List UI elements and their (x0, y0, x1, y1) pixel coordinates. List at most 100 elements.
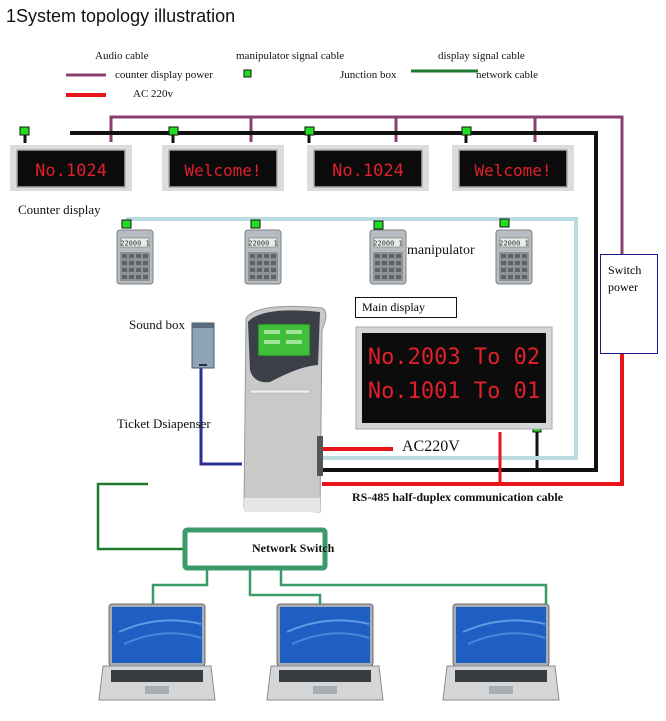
manipulator-screen-text: 22000 1 (373, 240, 403, 248)
counter-display-text: Welcome! (474, 161, 551, 180)
keypad-key (271, 261, 276, 265)
keypad-key (522, 268, 527, 272)
keypad-key (271, 275, 276, 279)
keypad-key (143, 261, 148, 265)
keypad-key (271, 254, 276, 258)
keypad-key (129, 275, 134, 279)
network-switch-label: Network Switch (252, 541, 335, 555)
laptop-touchpad (489, 686, 513, 694)
keypad-key (382, 268, 387, 272)
keypad-key (264, 261, 269, 265)
keypad-key (257, 261, 262, 265)
keypad-key (122, 275, 127, 279)
keypad-key (508, 254, 513, 258)
laptop-touchpad (145, 686, 169, 694)
junction-box (461, 126, 472, 136)
keypad-key (375, 261, 380, 265)
keypad-key (396, 275, 401, 279)
junction-box (304, 126, 315, 136)
junction-box (499, 218, 510, 228)
main-display-label: Main display (355, 297, 457, 318)
keypad-key (375, 268, 380, 272)
keypad-key (257, 275, 262, 279)
junction-box (168, 126, 179, 136)
junction-box (250, 219, 261, 229)
manipulator-device: 22000 1 (244, 229, 282, 285)
keypad-key (382, 254, 387, 258)
ac220v-label: AC220V (402, 438, 460, 455)
keypad-key (129, 268, 134, 272)
keypad-key (250, 261, 255, 265)
switch-power-line-2: power (608, 280, 638, 294)
manipulator-screen-text: 22000 1 (120, 240, 150, 248)
keypad-key (515, 254, 520, 258)
keypad-key (375, 254, 380, 258)
keypad-key (501, 275, 506, 279)
laptop-2 (266, 603, 384, 701)
keypad-key (250, 254, 255, 258)
legend-swatch-junction-box (243, 69, 252, 78)
keypad-key (122, 268, 127, 272)
cable-layer: No.1024 Welcome! No.1024 Welcome! 22000 … (10, 69, 624, 701)
keypad-key (136, 261, 141, 265)
keypad-key (508, 261, 513, 265)
keypad-key (136, 254, 141, 258)
keypad-key (501, 261, 506, 265)
counter-display-text: No.1024 (332, 161, 404, 181)
keypad-key (389, 275, 394, 279)
keypad-key (136, 268, 141, 272)
keypad-key (396, 268, 401, 272)
keypad-key (522, 254, 527, 258)
counter-display-text: No.1024 (35, 161, 107, 181)
manipulator-screen-text: 22000 1 (248, 240, 278, 248)
keypad-key (257, 268, 262, 272)
keypad-key (136, 275, 141, 279)
junction-box (121, 219, 132, 229)
main-display: No.2003 To 02 No.1001 To 01 (355, 326, 553, 430)
counter-display-2: Welcome! (162, 145, 284, 191)
keypad-key (257, 254, 262, 258)
keypad-key (389, 268, 394, 272)
keypad-key (515, 261, 520, 265)
sound-box-label: Sound box (129, 317, 185, 332)
rs485-label: RS-485 half-duplex communication cable (352, 490, 564, 504)
junction-box (19, 126, 30, 136)
ticket-dispenser (243, 305, 327, 513)
laptop-keyboard (111, 670, 203, 682)
laptop-touchpad (313, 686, 337, 694)
network-cable-laptop-2 (248, 568, 322, 606)
keypad-key (389, 254, 394, 258)
keypad-key (271, 268, 276, 272)
keypad-key (515, 275, 520, 279)
counter-display-text: Welcome! (184, 161, 261, 180)
keypad-key (501, 254, 506, 258)
counter-display-1: No.1024 (10, 145, 132, 191)
keypad-key (501, 268, 506, 272)
keypad-key (264, 268, 269, 272)
keypad-key (515, 268, 520, 272)
network-cable-dispenser (96, 482, 183, 551)
keypad-key (143, 268, 148, 272)
manipulator-device: 22000 1 (369, 229, 407, 285)
laptop-3 (442, 603, 560, 701)
manipulator-device: 22000 1 (116, 229, 154, 285)
keypad-key (122, 254, 127, 258)
manipulator-device: 22000 1 (495, 229, 533, 285)
laptop-keyboard (455, 670, 547, 682)
switch-power-box: Switch power (600, 254, 658, 354)
keypad-key (264, 275, 269, 279)
manipulator-label: manipulator (407, 243, 475, 258)
network-cable-laptop-1 (151, 568, 209, 606)
manipulator-screen-text: 22000 1 (499, 240, 529, 248)
keypad-key (508, 275, 513, 279)
keypad-key (522, 275, 527, 279)
counter-display-label: Counter display (18, 202, 101, 217)
keypad-key (129, 261, 134, 265)
keypad-key (389, 261, 394, 265)
keypad-key (250, 275, 255, 279)
main-display-line-2: No.1001 To 01 (368, 379, 540, 404)
keypad-key (382, 261, 387, 265)
laptop-keyboard (279, 670, 371, 682)
keypad-key (129, 254, 134, 258)
junction-box (373, 220, 384, 230)
